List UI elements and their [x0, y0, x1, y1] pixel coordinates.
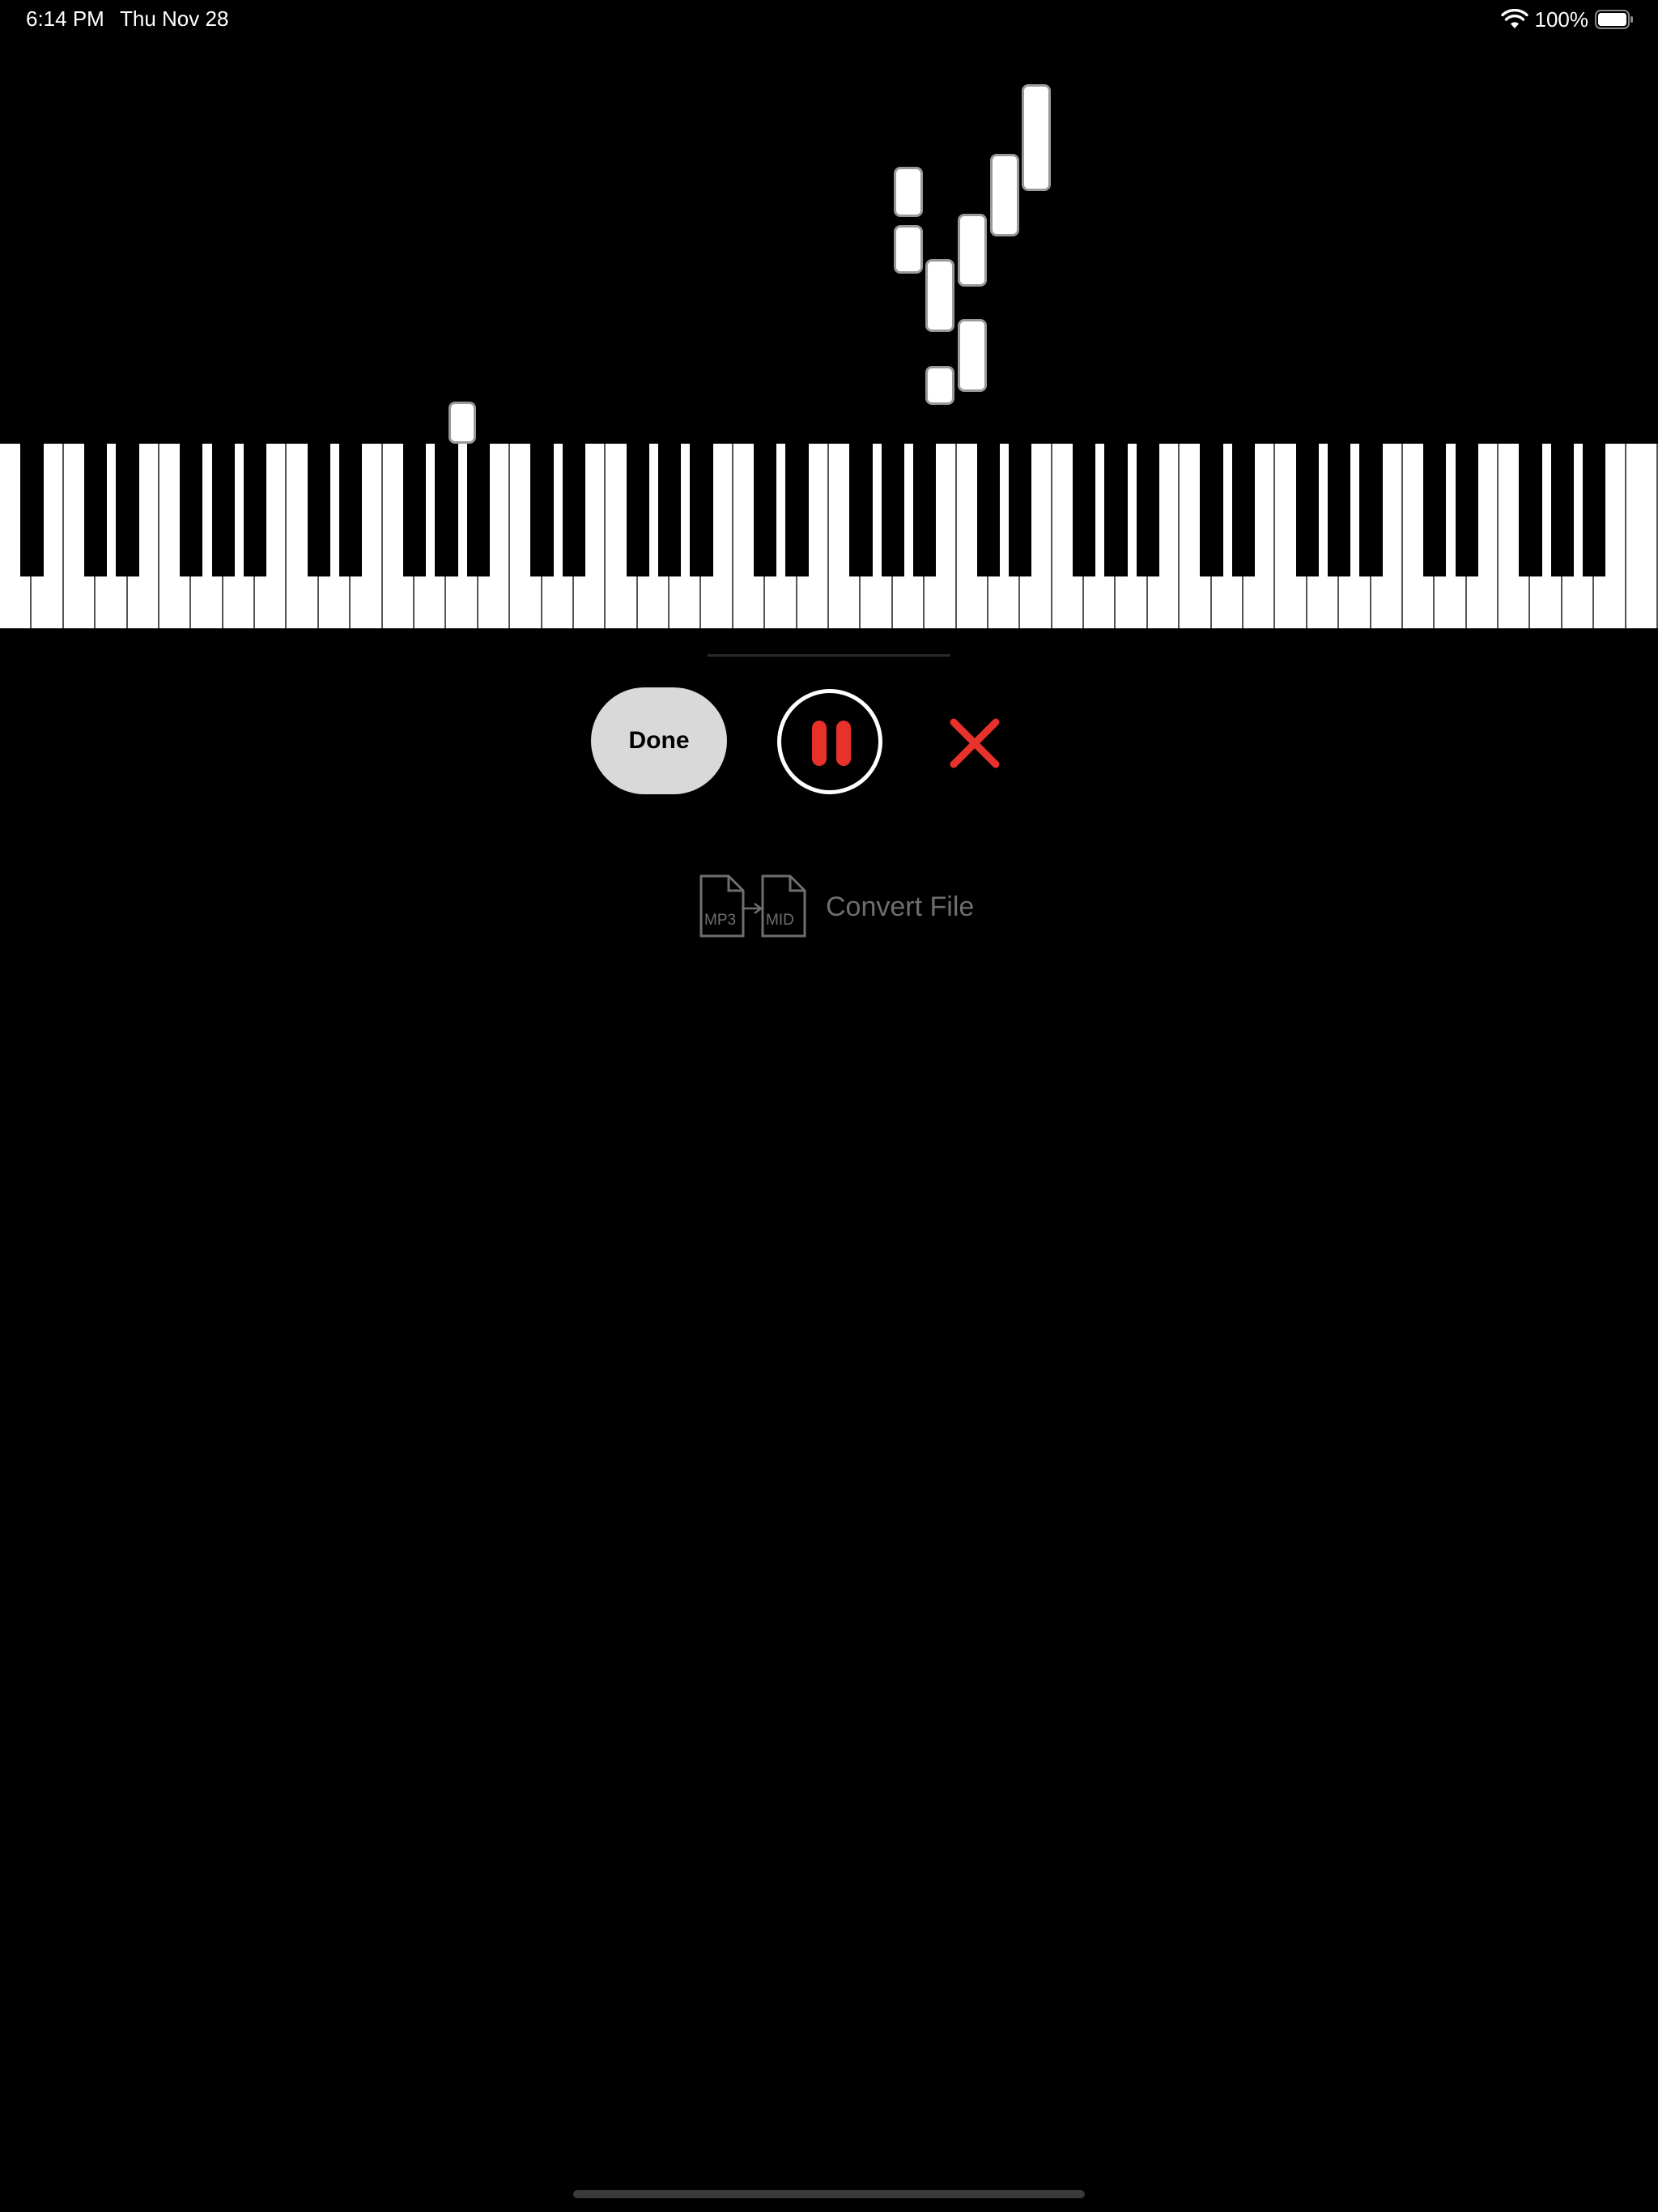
- close-icon: [950, 718, 1000, 768]
- mp3-to-mid-icon: MP3 MID: [699, 874, 806, 938]
- from-format-label: MP3: [704, 912, 736, 929]
- falling-note: [958, 319, 987, 392]
- falling-note: [990, 154, 1019, 236]
- black-key[interactable]: [562, 444, 586, 576]
- convert-file-label: Convert File: [826, 891, 975, 922]
- falling-note: [449, 402, 476, 444]
- black-key[interactable]: [20, 444, 44, 576]
- black-key[interactable]: [785, 444, 809, 576]
- black-key[interactable]: [307, 444, 330, 576]
- black-key[interactable]: [1550, 444, 1574, 576]
- black-key[interactable]: [1519, 444, 1542, 576]
- cancel-button[interactable]: [947, 716, 1002, 771]
- black-key[interactable]: [211, 444, 235, 576]
- black-key[interactable]: [435, 444, 458, 576]
- black-key[interactable]: [1583, 444, 1606, 576]
- falling-note: [894, 167, 923, 217]
- black-key[interactable]: [116, 444, 139, 576]
- black-key[interactable]: [339, 444, 363, 576]
- piano-keyboard[interactable]: [0, 444, 1658, 628]
- note-visualizer: [0, 39, 1658, 444]
- black-key[interactable]: [1359, 444, 1383, 576]
- falling-note: [894, 225, 923, 274]
- black-key[interactable]: [243, 444, 267, 576]
- black-key[interactable]: [881, 444, 904, 576]
- black-key[interactable]: [402, 444, 427, 576]
- black-key[interactable]: [1423, 444, 1447, 576]
- black-key[interactable]: [1200, 444, 1223, 576]
- convert-file-button[interactable]: MP3 MID Convert File: [698, 874, 974, 939]
- black-key[interactable]: [1327, 444, 1351, 576]
- black-key[interactable]: [1231, 444, 1256, 576]
- battery-percent: 100%: [1534, 6, 1589, 32]
- black-key[interactable]: [849, 444, 873, 576]
- done-button[interactable]: Done: [591, 687, 727, 794]
- black-key[interactable]: [976, 444, 1001, 576]
- black-key[interactable]: [180, 444, 203, 576]
- black-key[interactable]: [626, 444, 649, 576]
- status-time: 6:14 PM: [26, 6, 104, 31]
- white-key[interactable]: [1626, 444, 1658, 628]
- wifi-icon: [1500, 9, 1528, 28]
- black-key[interactable]: [1455, 444, 1478, 576]
- to-format-label: MID: [766, 912, 794, 929]
- divider: [708, 654, 950, 657]
- status-bar: 6:14 PM Thu Nov 28 100%: [0, 0, 1658, 39]
- black-key[interactable]: [1009, 444, 1032, 576]
- black-key[interactable]: [690, 444, 713, 576]
- black-key[interactable]: [1104, 444, 1128, 576]
- black-key[interactable]: [912, 444, 937, 576]
- falling-note: [925, 366, 954, 405]
- status-indicators: 100%: [1500, 6, 1635, 32]
- falling-note: [925, 259, 954, 332]
- status-date: Thu Nov 28: [120, 6, 229, 31]
- black-key[interactable]: [1136, 444, 1159, 576]
- pause-button[interactable]: [777, 689, 882, 794]
- black-key[interactable]: [754, 444, 777, 576]
- black-key[interactable]: [657, 444, 682, 576]
- black-key[interactable]: [1295, 444, 1319, 576]
- black-key[interactable]: [1072, 444, 1096, 576]
- black-key[interactable]: [83, 444, 108, 576]
- black-key[interactable]: [466, 444, 490, 576]
- falling-note: [958, 214, 987, 287]
- home-indicator[interactable]: [573, 2190, 1085, 2198]
- black-key[interactable]: [530, 444, 554, 576]
- battery-icon: [1595, 10, 1633, 29]
- falling-note: [1022, 84, 1051, 191]
